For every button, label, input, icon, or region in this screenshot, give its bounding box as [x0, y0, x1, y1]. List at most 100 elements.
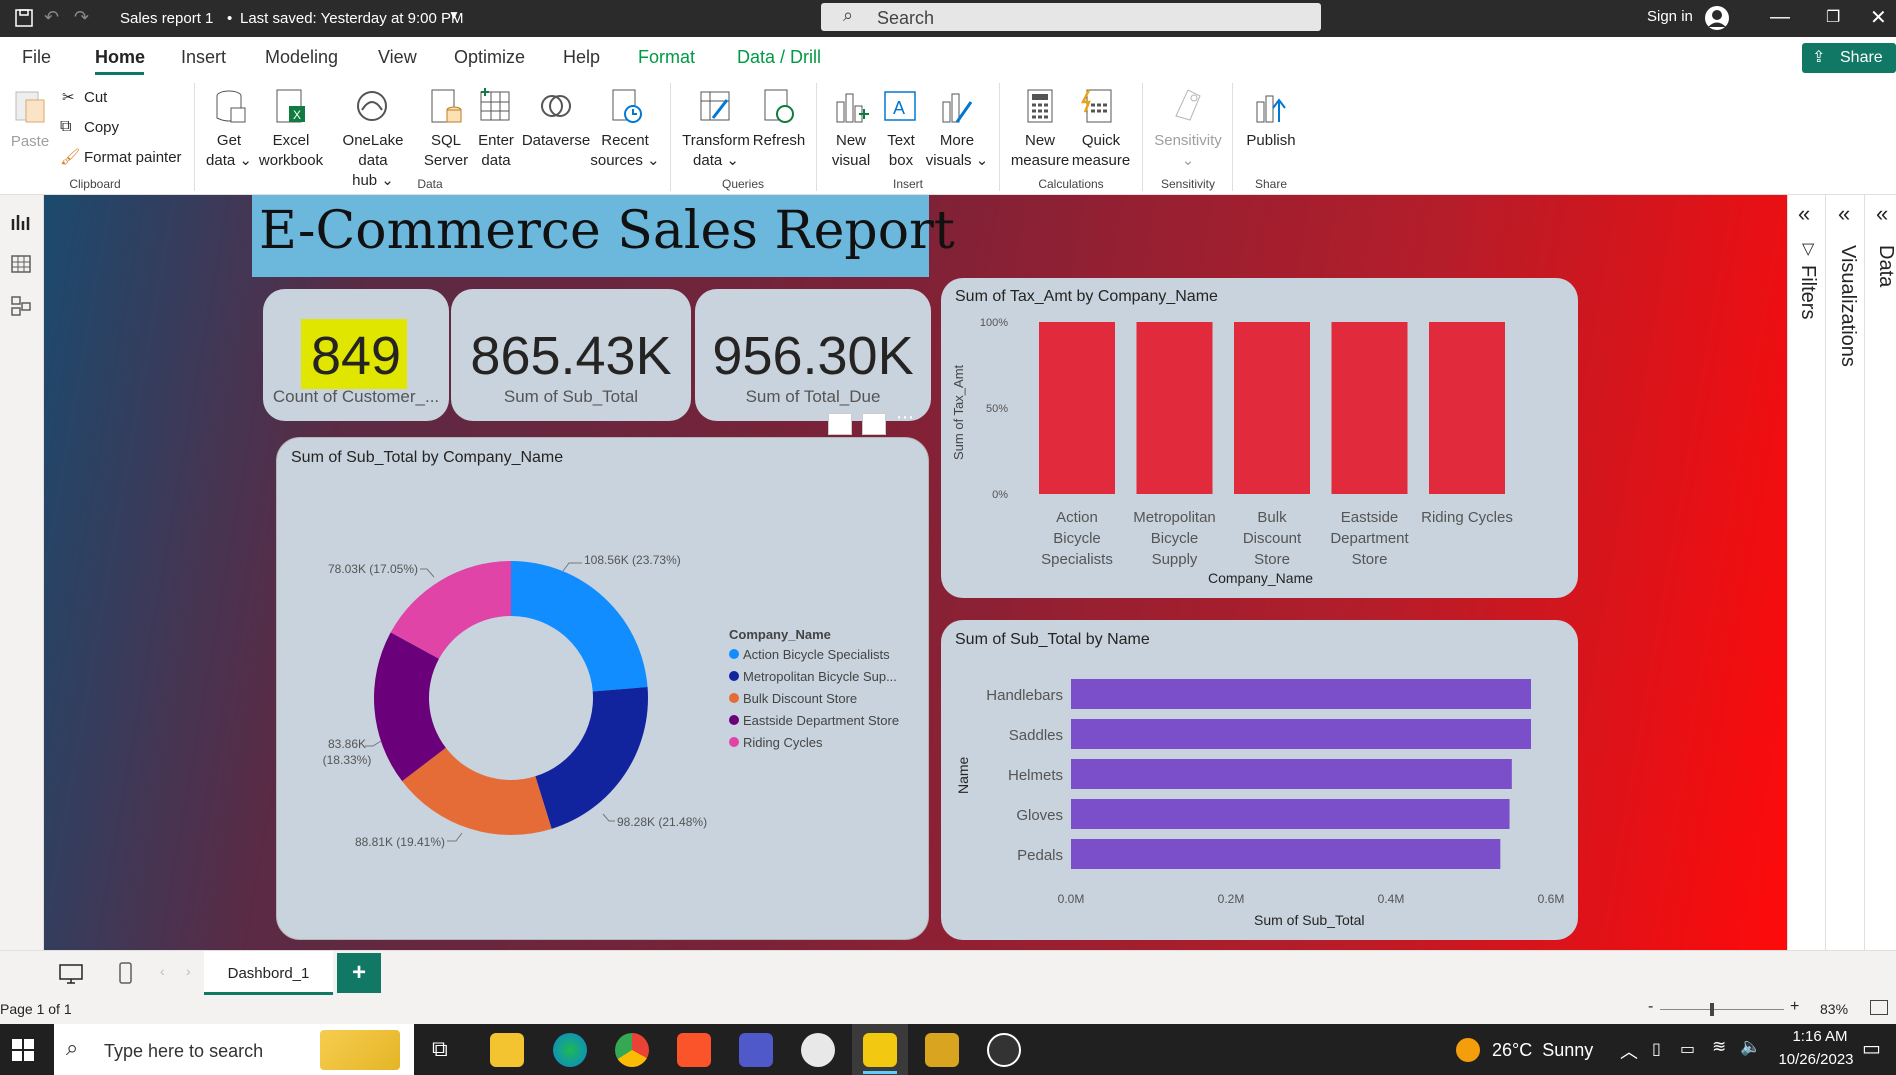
- transform-data-button[interactable]: Transform data ⌄: [680, 131, 752, 171]
- sign-in-link[interactable]: Sign in: [1647, 8, 1693, 25]
- paste-button[interactable]: Paste: [10, 132, 50, 152]
- model-view-icon[interactable]: [10, 295, 32, 317]
- prev-page-icon[interactable]: ‹: [160, 963, 165, 979]
- bar-chart[interactable]: 100% 50% 0% Action Bicycle Specialists Metropo…: [941, 278, 1578, 598]
- enter-data-button[interactable]: Enter data: [470, 131, 522, 171]
- media-player-icon[interactable]: [987, 1033, 1021, 1067]
- zoom-slider[interactable]: [1660, 1009, 1784, 1010]
- chrome-icon[interactable]: [615, 1033, 649, 1067]
- menu-file[interactable]: File: [22, 47, 51, 68]
- weather-text[interactable]: 26°C Sunny: [1492, 1040, 1593, 1061]
- more-options-icon[interactable]: ⋯: [896, 407, 914, 428]
- menu-optimize[interactable]: Optimize: [454, 47, 525, 68]
- mobile-layout-icon[interactable]: [118, 961, 134, 987]
- text-box-button[interactable]: Text box: [876, 131, 926, 171]
- donut-chart-card[interactable]: Sum of Sub_Total by Company_Name 108.56K…: [276, 437, 929, 940]
- teams-icon[interactable]: [739, 1033, 773, 1067]
- wifi-icon[interactable]: ≋: [1712, 1037, 1726, 1057]
- legend-item[interactable]: Action Bicycle Specialists: [729, 647, 890, 662]
- menu-format[interactable]: Format: [638, 47, 695, 68]
- next-page-icon[interactable]: ›: [186, 963, 191, 979]
- task-view-icon[interactable]: ⧉: [432, 1036, 448, 1062]
- legend-item[interactable]: Eastside Department Store: [729, 713, 899, 728]
- restore-icon[interactable]: ❐: [1826, 7, 1840, 27]
- notification-icon[interactable]: ▭: [1862, 1036, 1881, 1061]
- refresh-button[interactable]: Refresh: [750, 131, 808, 151]
- excel-workbook-button[interactable]: Excel workbook: [254, 131, 328, 171]
- fit-to-page-icon[interactable]: [1870, 1000, 1888, 1015]
- sensitivity-button[interactable]: Sensitivity ⌄: [1146, 131, 1230, 171]
- subtotal-chart-card[interactable]: Sum of Sub_Total by Name Name Handlebars…: [941, 620, 1578, 940]
- data-pane-label[interactable]: Data: [1874, 245, 1896, 287]
- chevron-down-icon[interactable]: ▼: [448, 8, 460, 22]
- quick-measure-button[interactable]: Quick measure: [1068, 131, 1134, 171]
- power-bi-icon[interactable]: [863, 1033, 897, 1067]
- publish-button[interactable]: Publish: [1240, 131, 1302, 151]
- collapse-filters-icon[interactable]: «: [1798, 201, 1810, 227]
- tray-chevron-icon[interactable]: ︿: [1620, 1038, 1638, 1064]
- page-tab-dashbord-1[interactable]: Dashbord_1: [204, 951, 333, 995]
- kpi-card-subtotal[interactable]: 865.43K Sum of Sub_Total: [451, 289, 691, 421]
- new-measure-button[interactable]: New measure: [1008, 131, 1072, 171]
- menu-insert[interactable]: Insert: [181, 47, 226, 68]
- minimize-icon[interactable]: —: [1770, 6, 1790, 29]
- dataverse-button[interactable]: Dataverse: [518, 131, 594, 151]
- paint-icon[interactable]: [801, 1033, 835, 1067]
- close-icon[interactable]: ✕: [1870, 5, 1887, 30]
- zoom-in-icon[interactable]: +: [1790, 998, 1799, 1016]
- horizontal-bar-chart[interactable]: Handlebars Saddles Helmets Gloves Pedals 0.0M…: [941, 620, 1578, 940]
- menu-help[interactable]: Help: [563, 47, 600, 68]
- format-painter-button[interactable]: Format painter: [84, 149, 182, 166]
- account-icon[interactable]: [1703, 4, 1731, 32]
- sql-server-button[interactable]: SQL Server: [420, 131, 472, 171]
- brave-icon[interactable]: [677, 1033, 711, 1067]
- bar: [1071, 759, 1512, 789]
- kpi-card-totaldue[interactable]: 956.30K Sum of Total_Due: [695, 289, 931, 421]
- search-box[interactable]: ⌕ Search: [821, 3, 1321, 31]
- save-icon[interactable]: [14, 8, 34, 28]
- taskbar-search[interactable]: ⌕ Type here to search: [54, 1024, 414, 1075]
- menu-modeling[interactable]: Modeling: [265, 47, 338, 68]
- windows-start-icon[interactable]: [12, 1039, 34, 1061]
- cut-button[interactable]: Cut: [84, 89, 107, 106]
- more-visuals-button[interactable]: More visuals ⌄: [924, 131, 990, 171]
- clock-date[interactable]: 10/26/2023: [1766, 1051, 1866, 1068]
- share-button[interactable]: ⇪ Share: [1802, 43, 1896, 73]
- copy-button[interactable]: Copy: [84, 119, 119, 136]
- app-icon[interactable]: [925, 1033, 959, 1067]
- menu-view[interactable]: View: [378, 47, 417, 68]
- device-icon[interactable]: ▯: [1652, 1039, 1661, 1059]
- battery-icon[interactable]: ▭: [1680, 1039, 1695, 1059]
- visualizations-pane-label[interactable]: Visualizations: [1836, 245, 1859, 367]
- desktop-layout-icon[interactable]: [58, 963, 84, 985]
- new-visual-button[interactable]: New visual: [826, 131, 876, 171]
- collapse-data-icon[interactable]: «: [1876, 201, 1888, 227]
- file-explorer-icon[interactable]: [490, 1033, 524, 1067]
- clock-time[interactable]: 1:16 AM: [1780, 1028, 1860, 1045]
- collapse-visualizations-icon[interactable]: «: [1838, 201, 1850, 227]
- get-data-button[interactable]: Get data ⌄: [202, 131, 256, 171]
- tax-chart-card[interactable]: Sum of Tax_Amt by Company_Name Sum of Ta…: [941, 278, 1578, 598]
- table-view-icon[interactable]: [10, 253, 32, 275]
- report-view-icon[interactable]: [10, 211, 32, 233]
- redo-icon[interactable]: ↷: [74, 7, 89, 28]
- kpi-card-customers[interactable]: 849 Count of Customer_...: [263, 289, 449, 421]
- report-title-box[interactable]: E-Commerce Sales Report: [252, 195, 955, 277]
- focus-mode-icon[interactable]: [862, 413, 886, 435]
- legend-item[interactable]: Riding Cycles: [729, 735, 822, 750]
- edge-browser-icon[interactable]: [553, 1033, 587, 1067]
- add-page-button[interactable]: +: [337, 953, 381, 993]
- zoom-slider-thumb[interactable]: [1710, 1003, 1714, 1016]
- zoom-out-icon[interactable]: -: [1648, 998, 1653, 1016]
- menu-data-drill[interactable]: Data / Drill: [737, 47, 821, 68]
- legend-item[interactable]: Bulk Discount Store: [729, 691, 857, 706]
- undo-icon[interactable]: ↶: [44, 7, 59, 28]
- document-title[interactable]: Sales report 1: [120, 10, 213, 27]
- recent-sources-button[interactable]: Recent sources ⌄: [588, 131, 662, 171]
- pin-icon[interactable]: [828, 413, 852, 435]
- donut-chart[interactable]: 108.56K (23.73%) 98.28K (21.48%) 88.81K (1…: [277, 438, 930, 941]
- legend-item[interactable]: Metropolitan Bicycle Sup...: [729, 669, 897, 684]
- menu-home[interactable]: Home: [95, 47, 145, 68]
- volume-icon[interactable]: 🔈: [1740, 1037, 1761, 1057]
- filters-pane-label[interactable]: Filters: [1796, 265, 1819, 319]
